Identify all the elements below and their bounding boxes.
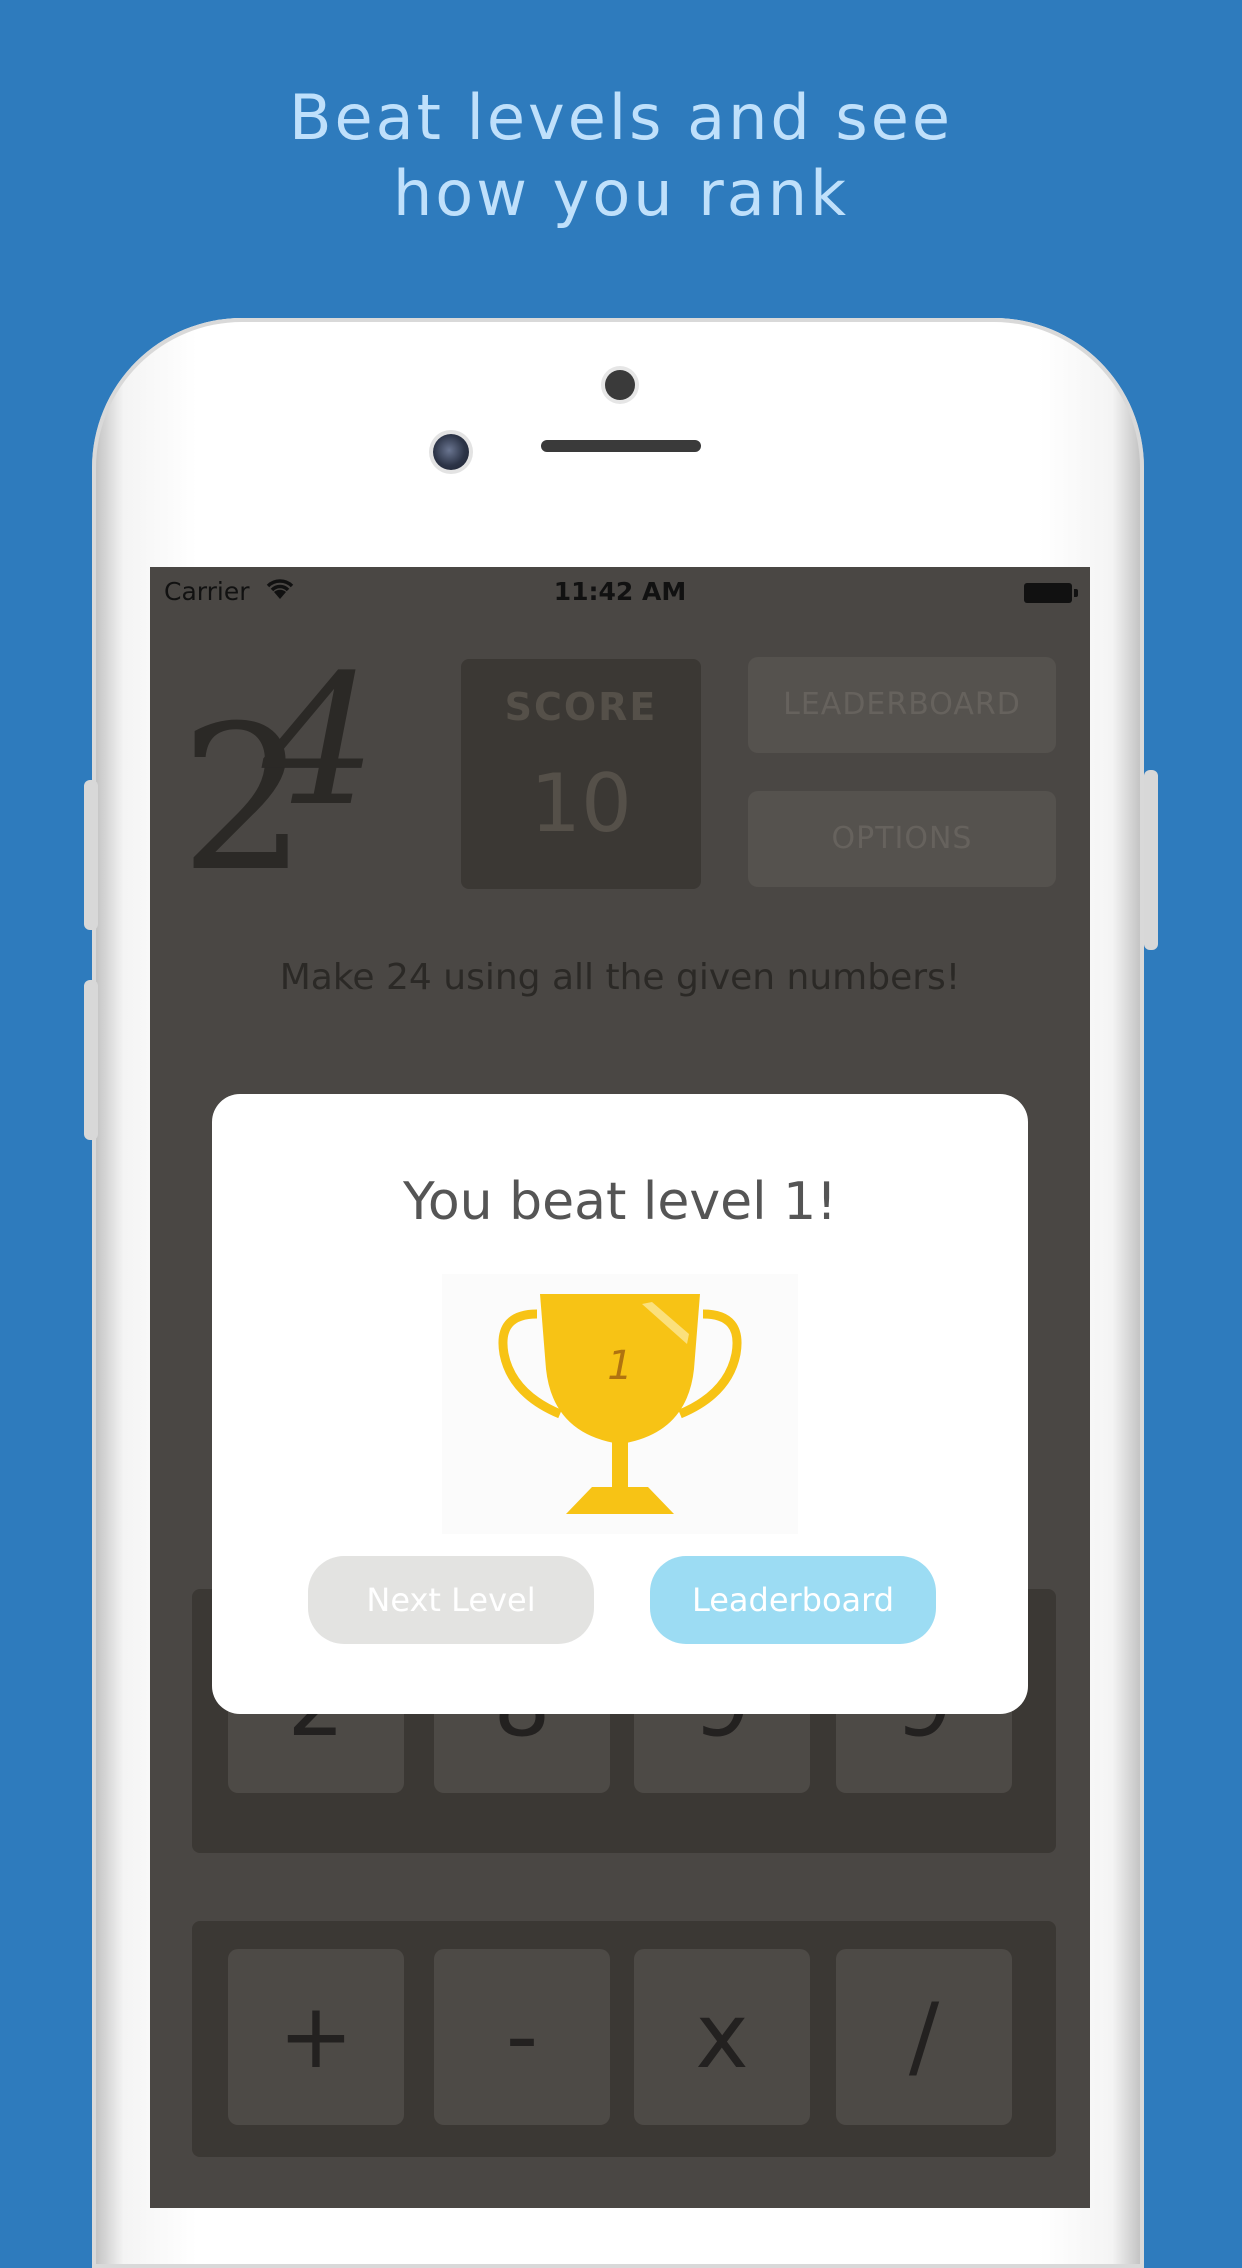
headline: Beat levels and see how you rank (0, 80, 1242, 232)
leaderboard-menu-button[interactable]: LEADERBOARD (748, 657, 1056, 753)
operator-tile-plus[interactable]: + (228, 1949, 404, 2125)
headline-line-2: how you rank (393, 157, 849, 230)
clock: 11:42 AM (553, 577, 687, 606)
score-box: SCORE 10 (461, 659, 701, 889)
battery-icon (1024, 583, 1078, 603)
operator-tile-minus[interactable]: - (434, 1949, 610, 2125)
phone-side-button-2 (84, 980, 98, 1140)
operator-tile-multiply[interactable]: x (634, 1949, 810, 2125)
trophy-image: 1 (442, 1274, 798, 1534)
phone-side-button-3 (1144, 770, 1158, 950)
headline-line-1: Beat levels and see (288, 81, 954, 154)
front-camera (433, 434, 469, 470)
trophy-icon: 1 (498, 1294, 742, 1514)
game-logo: 2 4 (180, 637, 380, 900)
logo-digit-4: 4 (262, 637, 377, 846)
score-value: 10 (530, 757, 632, 850)
operator-tile-divide[interactable]: / (836, 1949, 1012, 2125)
leaderboard-button[interactable]: Leaderboard (650, 1556, 936, 1644)
score-label: SCORE (504, 685, 658, 729)
next-level-button[interactable]: Next Level (308, 1556, 594, 1644)
dialog-title: You beat level 1! (402, 1172, 838, 1232)
trophy-number: 1 (607, 1343, 632, 1389)
phone-side-button-1 (84, 780, 98, 930)
level-complete-dialog: You beat level 1! 1 Next Level Leaderboa… (212, 1094, 1028, 1714)
options-menu-button[interactable]: OPTIONS (748, 791, 1056, 887)
earpiece-speaker (541, 440, 701, 452)
operators-panel: + - x / (192, 1921, 1056, 2157)
status-bar: Carrier 11:42 AM (150, 567, 1090, 617)
proximity-sensor (605, 370, 635, 400)
instruction-text: Make 24 using all the given numbers! (279, 957, 961, 998)
